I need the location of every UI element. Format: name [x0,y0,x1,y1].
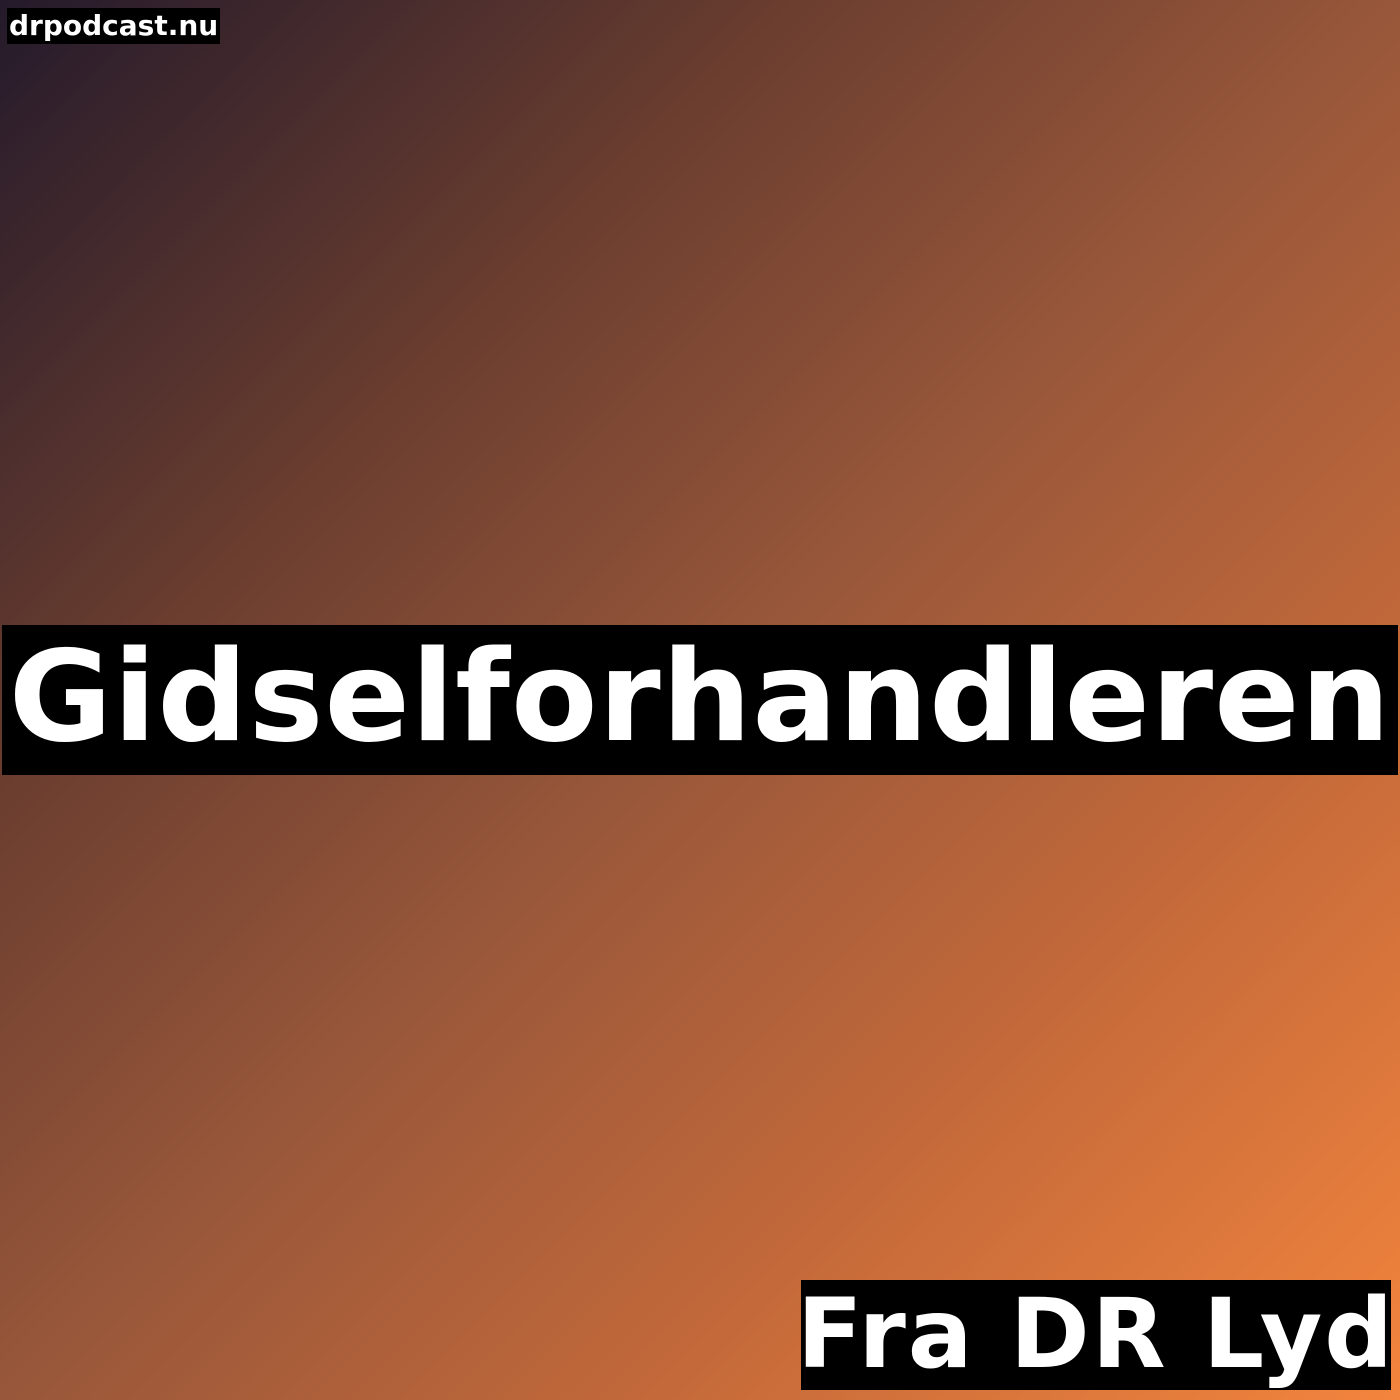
title-banner: Gidselforhandleren [2,625,1398,775]
source-label: Fra DR Lyd [801,1280,1391,1390]
source-banner: Fra DR Lyd [801,1280,1391,1390]
podcast-title: Gidselforhandleren [8,625,1392,770]
site-tag: drpodcast.nu [7,8,221,44]
